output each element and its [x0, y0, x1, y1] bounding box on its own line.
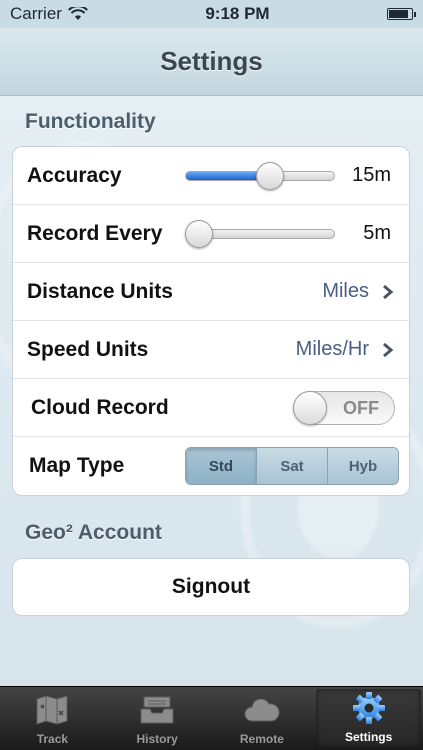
tab-label: Settings	[344, 730, 393, 744]
toggle-knob	[293, 391, 327, 425]
segment-hyb[interactable]: Hyb	[328, 448, 398, 484]
accuracy-label: Accuracy	[27, 163, 122, 187]
map-type-segmented-control: Std Sat Hyb	[185, 447, 399, 485]
distance-units-value: Miles	[322, 280, 369, 302]
carrier-label: Carrier	[10, 4, 62, 23]
distance-units-row[interactable]: Distance Units Miles	[13, 263, 409, 321]
chevron-right-icon	[381, 284, 395, 300]
cloud-record-toggle[interactable]: OFF	[293, 391, 395, 425]
cloud-record-label: Cloud Record	[31, 395, 169, 419]
accuracy-row: Accuracy 15m	[13, 147, 409, 205]
chevron-right-icon	[381, 342, 395, 358]
record-every-slider-thumb[interactable]	[185, 219, 213, 248]
record-every-row: Record Every 5m	[13, 205, 409, 263]
map-type-label: Map Type	[29, 454, 125, 477]
record-every-label: Record Every	[27, 221, 163, 245]
speed-units-row[interactable]: Speed Units Miles/Hr	[13, 321, 409, 379]
map-type-row: Map Type Std Sat Hyb	[13, 437, 409, 495]
distance-units-label: Distance Units	[27, 279, 173, 303]
functionality-group: Accuracy 15m Record Every 5m Distance Un…	[12, 146, 410, 496]
battery-icon	[386, 8, 416, 20]
tab-bar: Track History Remote Settings	[0, 686, 423, 750]
segment-std[interactable]: Std	[186, 448, 257, 484]
record-every-slider[interactable]	[185, 219, 335, 248]
tab-remote[interactable]: Remote	[210, 687, 315, 750]
tab-label: History	[136, 732, 178, 746]
section-header-account: Geo² Account	[25, 521, 162, 544]
tab-history[interactable]: History	[105, 687, 210, 750]
cloud-record-row: Cloud Record OFF	[13, 379, 409, 437]
signout-button[interactable]: Signout	[12, 558, 410, 616]
gear-icon	[351, 690, 387, 726]
record-every-value: 5m	[363, 222, 391, 244]
tab-label: Remote	[239, 732, 284, 746]
tab-label: Track	[36, 732, 69, 746]
wifi-icon	[68, 7, 88, 21]
status-time: 9:18 PM	[205, 4, 270, 23]
tab-settings[interactable]: Settings	[316, 689, 421, 748]
inbox-tray-icon	[139, 692, 175, 728]
speed-units-value: Miles/Hr	[295, 338, 369, 360]
status-bar: Carrier 9:18 PM	[0, 0, 423, 28]
accuracy-slider[interactable]	[185, 161, 335, 190]
accuracy-slider-thumb[interactable]	[255, 161, 284, 190]
page-title: Settings	[160, 46, 263, 76]
navigation-bar: Settings	[0, 28, 423, 96]
tab-track[interactable]: Track	[0, 687, 105, 750]
accuracy-value: 15m	[352, 164, 391, 186]
speed-units-label: Speed Units	[27, 337, 149, 361]
map-icon	[34, 692, 70, 728]
cloud-icon	[244, 692, 280, 728]
section-header-functionality: Functionality	[25, 110, 156, 133]
toggle-state-text: OFF	[343, 398, 379, 418]
segment-sat[interactable]: Sat	[257, 448, 328, 484]
